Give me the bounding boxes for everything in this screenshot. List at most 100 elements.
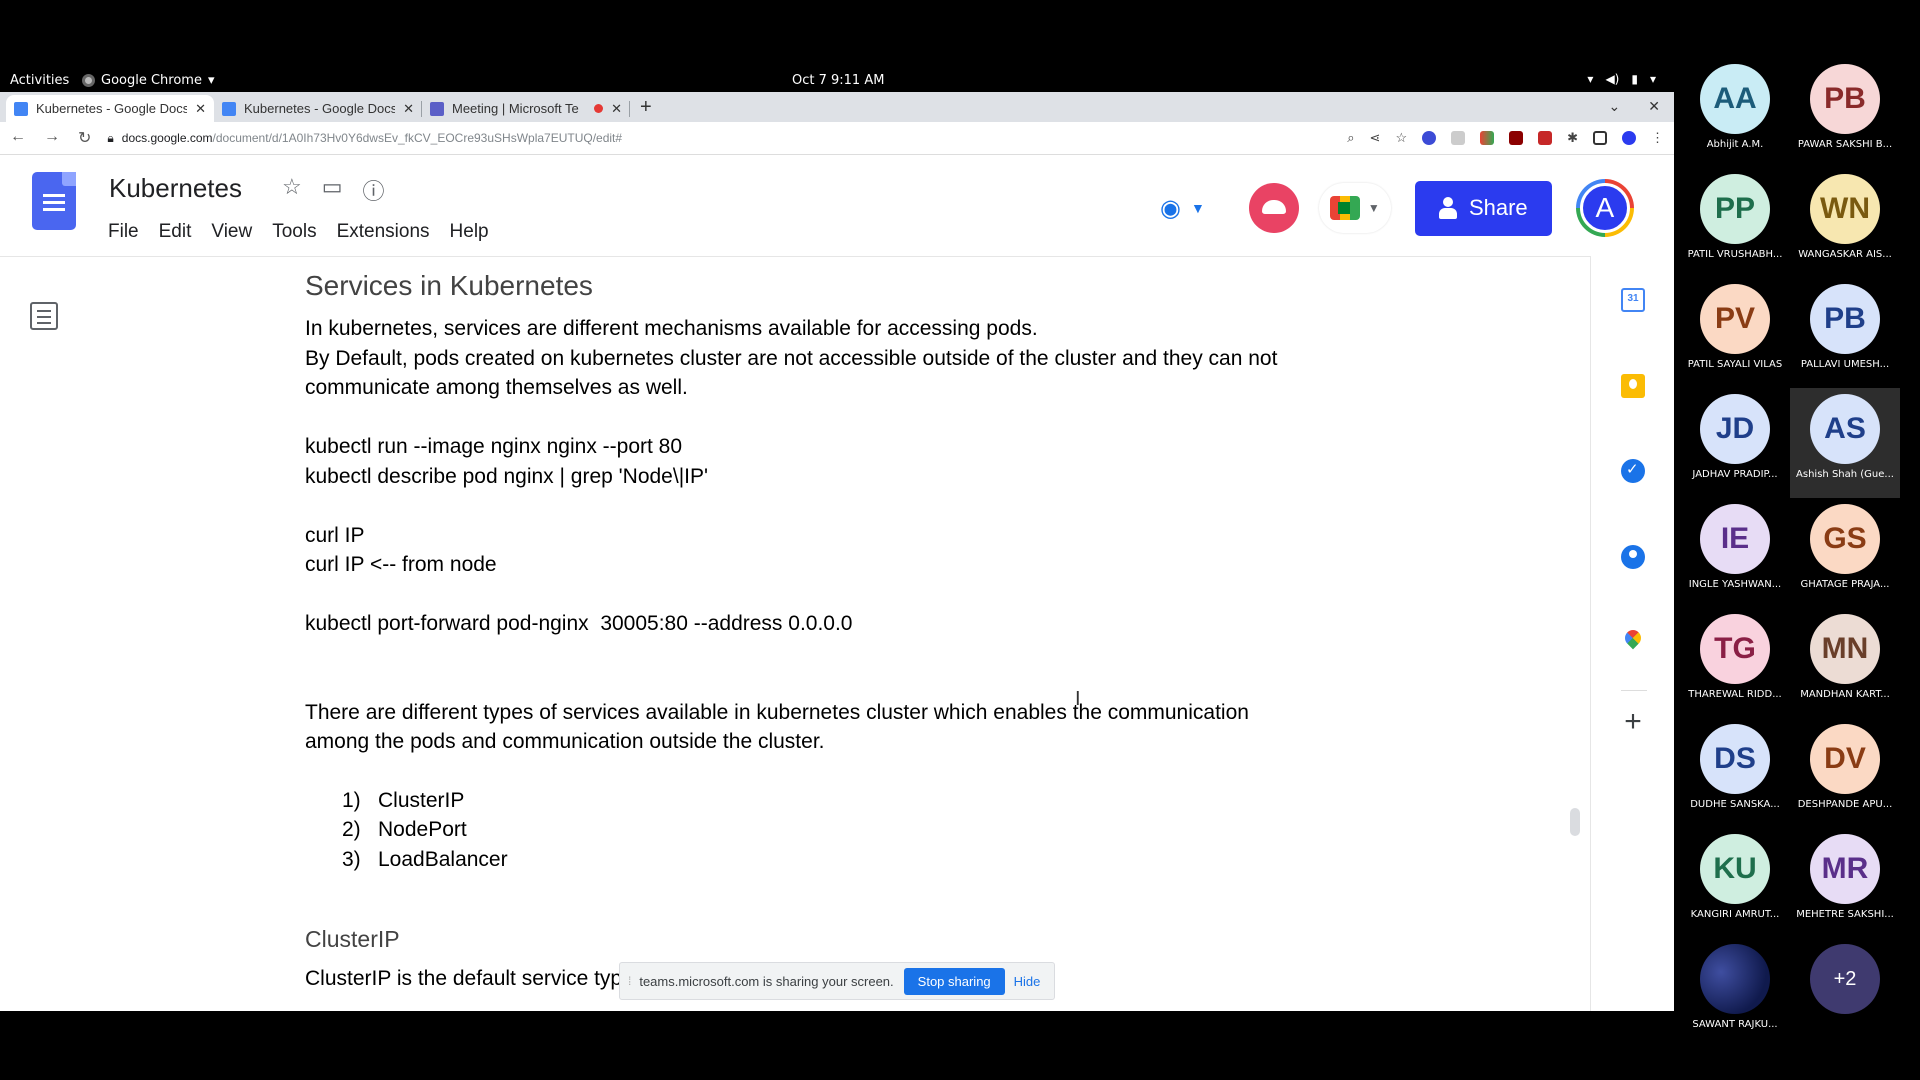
menu-view[interactable]: View	[211, 221, 252, 243]
participant-tile[interactable]: AS Ashish Shah (Gue...	[1790, 388, 1900, 498]
app-menu[interactable]: Google Chrome ▾	[82, 73, 215, 88]
info-icon[interactable]: ⓘ	[363, 174, 385, 206]
clock[interactable]: Oct 7 9:11 AM	[792, 73, 884, 88]
docs-logo-icon[interactable]	[32, 172, 76, 230]
collaborator-avatar-icon[interactable]	[1248, 183, 1299, 233]
hide-button[interactable]: Hide	[1014, 974, 1041, 989]
extension-icon[interactable]	[1451, 131, 1466, 145]
code-line: curl IP	[305, 524, 365, 547]
tasks-icon[interactable]	[1621, 459, 1645, 483]
view-mode-eye-icon[interactable]: ◉	[1160, 194, 1181, 223]
meet-button[interactable]: ▼	[1318, 183, 1391, 233]
participant-name: PATIL VRUSHABH...	[1687, 249, 1783, 260]
participant-avatar: DS	[1700, 724, 1770, 794]
profile-icon[interactable]	[1622, 131, 1636, 145]
stop-sharing-button[interactable]: Stop sharing	[903, 967, 1005, 995]
tab-kubernetes-docs-2[interactable]: Kubernetes - Google Docs ✕	[214, 95, 422, 122]
recording-icon	[594, 104, 604, 113]
new-tab-button[interactable]: +	[630, 96, 662, 122]
contacts-icon[interactable]	[1621, 545, 1645, 569]
bookmark-star-icon[interactable]: ☆	[1395, 130, 1407, 146]
participant-tile[interactable]: MR MEHETRE SAKSHI...	[1790, 828, 1900, 938]
participant-tile[interactable]: PB PALLAVI UMESH...	[1790, 278, 1900, 388]
participant-tile[interactable]: +2	[1790, 938, 1900, 1048]
participant-name: MEHETRE SAKSHI...	[1796, 909, 1894, 920]
document-title[interactable]: Kubernetes	[109, 173, 242, 204]
participant-tile[interactable]: IE INGLE YASHWAN...	[1680, 498, 1790, 608]
account-avatar[interactable]: A	[1575, 179, 1634, 237]
kebab-menu-icon[interactable]: ⋮	[1651, 130, 1664, 146]
chevron-down-icon[interactable]: ▼	[1191, 200, 1205, 216]
tab-title: Kubernetes - Google Docs	[244, 101, 396, 116]
share-page-icon[interactable]: ⋖	[1370, 130, 1381, 146]
scrollbar-thumb[interactable]	[1570, 808, 1580, 836]
window-close-icon[interactable]: ✕	[1648, 98, 1660, 115]
participant-tile[interactable]: PP PATIL VRUSHABH...	[1680, 168, 1790, 278]
extension-icon[interactable]	[1538, 131, 1553, 145]
zoom-icon[interactable]: ⌕	[1347, 130, 1354, 146]
participant-avatar: MN	[1810, 614, 1880, 684]
activities-button[interactable]: Activities	[10, 73, 69, 88]
account-initial: A	[1579, 183, 1630, 233]
menu-extensions[interactable]: Extensions	[337, 221, 430, 243]
url-field[interactable]: 🔒︎ docs.google.com/document/d/1A0Ih73Hv0…	[107, 131, 1331, 146]
participant-tile[interactable]: TG THAREWAL RIDD...	[1680, 608, 1790, 718]
extension-icon[interactable]	[1480, 131, 1495, 145]
participant-tile[interactable]: MN MANDHAN KART...	[1790, 608, 1900, 718]
participant-tile[interactable]: SAWANT RAJKU...	[1680, 938, 1790, 1048]
chrome-icon	[82, 74, 95, 87]
participant-tile[interactable]: DS DUDHE SANSKA...	[1680, 718, 1790, 828]
side-panel-icon[interactable]	[1593, 131, 1607, 145]
participant-tile[interactable]: WN WANGASKAR AIS...	[1790, 168, 1900, 278]
paragraph: In kubernetes, services are different me…	[305, 317, 1038, 340]
participant-tile[interactable]: DV DESHPANDE APU...	[1790, 718, 1900, 828]
chevron-down-icon: ▾	[1649, 72, 1656, 86]
participant-tile[interactable]: KU KANGIRI AMRUT...	[1680, 828, 1790, 938]
puzzle-icon[interactable]: ✱	[1567, 130, 1578, 146]
close-icon[interactable]: ✕	[403, 101, 414, 117]
participant-avatar: PV	[1700, 284, 1770, 354]
drag-handle-icon[interactable]: ⁞	[628, 974, 631, 988]
sharing-message: teams.microsoft.com is sharing your scre…	[639, 973, 894, 989]
menu-bar: File Edit View Tools Extensions Help	[108, 221, 489, 243]
wifi-icon: ▾	[1587, 72, 1594, 86]
battery-icon: ▮	[1631, 72, 1638, 86]
reload-icon[interactable]: ↻	[78, 128, 91, 148]
participant-tile[interactable]: PB PAWAR SAKSHI B...	[1790, 58, 1900, 168]
divider	[1621, 690, 1647, 691]
star-icon[interactable]: ☆	[282, 174, 302, 206]
move-folder-icon[interactable]: ▭	[322, 174, 343, 206]
extension-icon[interactable]	[1509, 131, 1524, 145]
back-icon[interactable]: ←	[10, 128, 26, 148]
participant-tile[interactable]: GS GHATAGE PRAJA...	[1790, 498, 1900, 608]
close-icon[interactable]: ✕	[195, 101, 206, 117]
tab-search-icon[interactable]: ⌄	[1609, 98, 1621, 115]
tab-teams-meeting[interactable]: Meeting | Microsoft Te ✕	[422, 95, 630, 122]
keep-icon[interactable]	[1621, 374, 1645, 398]
browser-window: Kubernetes - Google Docs ✕ Kubernetes - …	[0, 92, 1674, 1011]
paragraph: There are different types of services av…	[305, 701, 1249, 724]
menu-file[interactable]: File	[108, 221, 139, 243]
forward-icon[interactable]: →	[44, 128, 60, 148]
participant-tile[interactable]: PV PATIL SAYALI VILAS	[1680, 278, 1790, 388]
outline-icon[interactable]	[30, 302, 58, 330]
add-addon-icon[interactable]: +	[1621, 707, 1645, 737]
tab-kubernetes-docs-1[interactable]: Kubernetes - Google Docs ✕	[6, 95, 214, 122]
calendar-icon[interactable]: 31	[1621, 288, 1645, 312]
menu-tools[interactable]: Tools	[272, 221, 316, 243]
participant-tile[interactable]: JD JADHAV PRADIP...	[1680, 388, 1790, 498]
participant-name: Ashish Shah (Gue...	[1796, 469, 1894, 480]
list-item: 3) LoadBalancer	[342, 848, 508, 871]
code-line: kubectl describe pod nginx | grep 'Node\…	[305, 465, 708, 488]
volume-icon: ◀)	[1605, 72, 1620, 86]
participant-tile[interactable]: AA Abhijit A.M.	[1680, 58, 1790, 168]
document-canvas[interactable]: Services in Kubernetes In kubernetes, se…	[0, 256, 1590, 1011]
menu-help[interactable]: Help	[450, 221, 489, 243]
share-button[interactable]: Share	[1414, 180, 1552, 236]
menu-edit[interactable]: Edit	[159, 221, 192, 243]
close-icon[interactable]: ✕	[611, 101, 622, 117]
system-tray[interactable]: ▾ ◀) ▮ ▾	[1587, 72, 1656, 86]
maps-icon[interactable]	[1621, 630, 1645, 654]
extension-icon[interactable]	[1422, 131, 1437, 145]
list-item: 1) ClusterIP	[342, 789, 465, 812]
